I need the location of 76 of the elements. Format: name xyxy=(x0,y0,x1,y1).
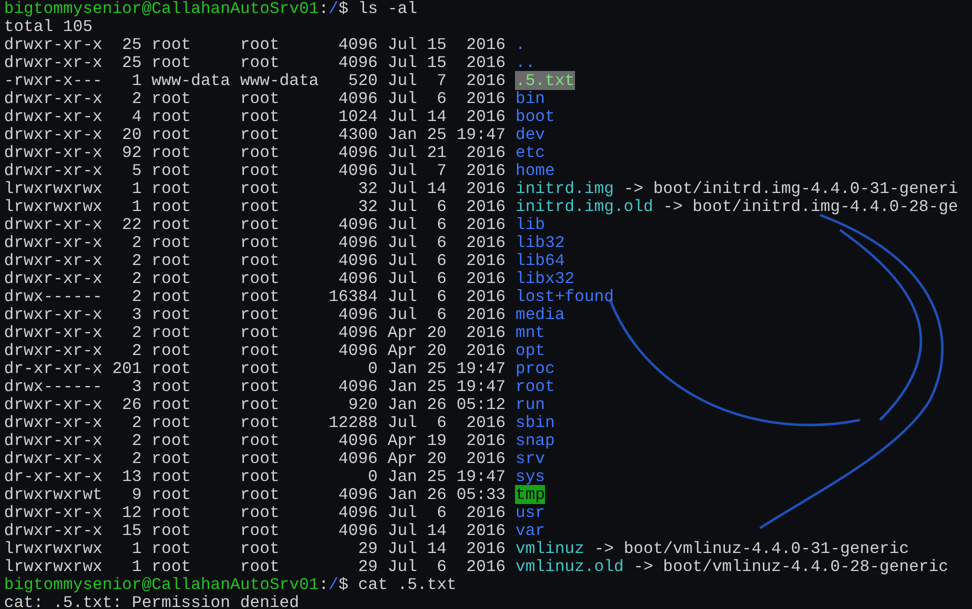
file-info-text: drwxrwxrwt 9 root root 4096 Jan 26 05:33 xyxy=(4,485,506,504)
directory-name: sbin xyxy=(515,413,555,432)
prompt-path: / xyxy=(328,0,338,18)
output-text: total 105 xyxy=(4,17,93,36)
directory-name: lib64 xyxy=(515,251,565,270)
symlink-target: -> boot/vmlinuz-4.4.0-28-generic xyxy=(634,557,948,576)
file-info-text: lrwxrwxrwx 1 root root 32 Jul 14 2016 xyxy=(4,179,506,198)
file-info-text: drwxr-xr-x 2 root root 4096 Apr 20 2016 xyxy=(4,323,506,342)
symlink-name: initrd.img xyxy=(515,179,614,198)
file-info-text: -rwxr-x--- 1 www-data www-data 520 Jul 7 2016 xyxy=(4,71,506,90)
file-info-text: drwxr-xr-x 2 root root 12288 Jul 6 2016 xyxy=(4,413,506,432)
directory-name: usr xyxy=(515,503,545,522)
file-info-text: drwxr-xr-x 15 root root 4096 Jul 14 2016 xyxy=(4,521,506,540)
directory-name: media xyxy=(515,305,565,324)
symlink-name: initrd.img.old xyxy=(515,197,654,216)
directory-name: lost+found xyxy=(515,287,614,306)
directory-name: sys xyxy=(515,467,545,486)
directory-name: opt xyxy=(515,341,545,360)
file-info-text: drwxr-xr-x 25 root root 4096 Jul 15 2016 xyxy=(4,35,506,54)
prompt-path: / xyxy=(328,575,338,594)
directory-name: lib32 xyxy=(515,233,565,252)
command-text: ls -al xyxy=(358,0,418,18)
directory-name: libx32 xyxy=(515,269,575,288)
directory-name: lib xyxy=(515,215,545,234)
file-info-text: drwxr-xr-x 2 root root 4096 Jul 6 2016 xyxy=(4,89,506,108)
symlink-name: vmlinuz.old xyxy=(515,557,624,576)
file-info-text: drwxr-xr-x 5 root root 4096 Jul 7 2016 xyxy=(4,161,506,180)
file-info-text: drwxr-xr-x 92 root root 4096 Jul 21 2016 xyxy=(4,143,506,162)
prompt-symbol: $ xyxy=(338,0,348,18)
file-info-text: drwxr-xr-x 3 root root 4096 Jul 6 2016 xyxy=(4,305,506,324)
command-text: cat .5.txt xyxy=(358,575,457,594)
directory-name: mnt xyxy=(515,323,545,342)
file-info-text: lrwxrwxrwx 1 root root 29 Jul 14 2016 xyxy=(4,539,506,558)
directory-name: bin xyxy=(515,89,545,108)
file-name: .5.txt xyxy=(515,71,575,90)
directory-name: root xyxy=(515,377,555,396)
directory-name: var xyxy=(515,521,545,540)
directory-name: dev xyxy=(515,125,545,144)
directory-name: . xyxy=(515,35,526,54)
file-info-text: drwx------ 3 root root 4096 Jan 25 19:47 xyxy=(4,377,506,396)
directory-name: proc xyxy=(515,359,555,378)
prompt-separator: : xyxy=(318,575,329,594)
directory-name: boot xyxy=(515,107,555,126)
prompt-user-host: bigtommysenior@CallahanAutoSrv01 xyxy=(4,0,319,18)
directory-name: etc xyxy=(515,143,545,162)
prompt-symbol: $ xyxy=(338,575,348,594)
directory-name: .. xyxy=(515,53,536,72)
symlink-target: -> boot/initrd.img-4.4.0-28-ge xyxy=(663,197,958,216)
file-info-text: lrwxrwxrwx 1 root root 29 Jul 6 2016 xyxy=(4,557,506,576)
file-info-text: drwxr-xr-x 25 root root 4096 Jul 15 2016 xyxy=(4,53,506,72)
file-info-text: drwxr-xr-x 2 root root 4096 Jul 6 2016 xyxy=(4,233,506,252)
file-info-text: dr-xr-xr-x 201 root root 0 Jan 25 19:47 xyxy=(4,359,506,378)
file-info-text: drwxr-xr-x 2 root root 4096 Jul 6 2016 xyxy=(4,251,506,270)
file-info-text: dr-xr-xr-x 13 root root 0 Jan 25 19:47 xyxy=(4,467,506,486)
file-info-text: drwxr-xr-x 26 root root 920 Jan 26 05:12 xyxy=(4,395,506,414)
directory-name: tmp xyxy=(515,485,545,504)
prompt-separator: : xyxy=(318,0,329,18)
file-info-text: drwxr-xr-x 20 root root 4300 Jan 25 19:47 xyxy=(4,125,506,144)
directory-name: run xyxy=(515,395,545,414)
directory-name: home xyxy=(515,161,555,180)
symlink-target: -> boot/vmlinuz-4.4.0-31-generic xyxy=(594,539,909,558)
file-info-text: drwxr-xr-x 4 root root 1024 Jul 14 2016 xyxy=(4,107,506,126)
file-info-text: drwxr-xr-x 2 root root 4096 Apr 20 2016 xyxy=(4,449,506,468)
prompt-user-host: bigtommysenior@CallahanAutoSrv01 xyxy=(4,575,319,594)
symlink-target: -> boot/initrd.img-4.4.0-31-generi xyxy=(624,179,958,198)
file-info-text: drwxr-xr-x 2 root root 4096 Apr 20 2016 xyxy=(4,341,506,360)
file-info-text: drwxr-xr-x 2 root root 4096 Jul 6 2016 xyxy=(4,269,506,288)
directory-name: snap xyxy=(515,431,555,450)
file-info-text: drwx------ 2 root root 16384 Jul 6 2016 xyxy=(4,287,506,306)
file-info-text: drwxr-xr-x 2 root root 4096 Apr 19 2016 xyxy=(4,431,506,450)
output-text: cat: .5.txt: Permission denied xyxy=(4,593,300,609)
directory-name: srv xyxy=(515,449,545,468)
file-info-text: drwxr-xr-x 12 root root 4096 Jul 6 2016 xyxy=(4,503,506,522)
symlink-name: vmlinuz xyxy=(515,539,584,558)
file-info-text: drwxr-xr-x 22 root root 4096 Jul 6 2016 xyxy=(4,215,506,234)
file-info-text: lrwxrwxrwx 1 root root 32 Jul 6 2016 xyxy=(4,197,506,216)
